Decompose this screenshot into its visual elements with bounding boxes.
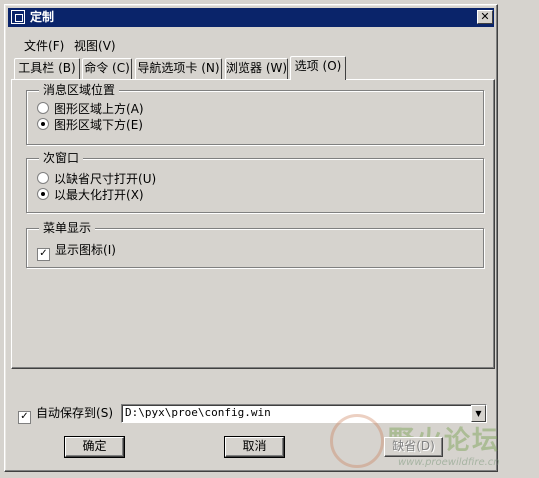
checkbox-show-icons[interactable]: ✓ 显示图标(I) [37, 242, 116, 261]
window-icon [11, 10, 25, 24]
window-title: 定制 [30, 10, 55, 24]
watermark-url: www.proewildfire.cn [398, 457, 500, 468]
menu-display-group: 菜单显示 ✓ 显示图标(I) [26, 221, 484, 268]
menu-bar: 文件(F) 视图(V) [8, 35, 494, 57]
checkbox-checked-icon: ✓ [18, 411, 31, 424]
ok-button[interactable]: 确定 [65, 437, 124, 457]
autosave-checkbox[interactable]: ✓ 自动保存到(S) [18, 405, 113, 424]
radio-button-selected-icon [37, 118, 49, 130]
message-area-legend: 消息区域位置 [39, 83, 120, 97]
radio-button-selected-icon [37, 188, 49, 200]
title-bar[interactable]: 定制 ✕ [8, 8, 494, 27]
watermark-logo [330, 414, 384, 468]
sub-window-legend: 次窗口 [39, 151, 84, 165]
radio-button-icon [37, 172, 49, 184]
sub-window-group: 次窗口 以缺省尺寸打开(U) 以最大化打开(X) [26, 151, 484, 213]
tab-navigator[interactable]: 导航选项卡 (N) [135, 58, 222, 79]
menu-file[interactable]: 文件(F) [24, 39, 64, 53]
checkbox-checked-icon: ✓ [37, 248, 50, 261]
cancel-button[interactable]: 取消 [225, 437, 284, 457]
radio-button-icon [37, 102, 49, 114]
tab-toolbars[interactable]: 工具栏 (B) [14, 58, 80, 79]
radio-below-graphics[interactable]: 图形区域下方(E) [37, 117, 143, 133]
close-icon: ✕ [480, 10, 490, 23]
menu-view[interactable]: 视图(V) [74, 39, 116, 53]
message-area-group: 消息区域位置 图形区域上方(A) 图形区域下方(E) [26, 83, 484, 145]
tab-commands[interactable]: 命令 (C) [82, 58, 132, 79]
menu-display-legend: 菜单显示 [39, 221, 96, 235]
radio-above-graphics[interactable]: 图形区域上方(A) [37, 101, 144, 117]
tab-browser[interactable]: 浏览器 (W) [225, 58, 288, 79]
default-button[interactable]: 缺省(D) [384, 437, 443, 457]
radio-maximized[interactable]: 以最大化打开(X) [37, 187, 144, 203]
tab-options[interactable]: 选项 (O) [290, 56, 346, 80]
radio-default-size[interactable]: 以缺省尺寸打开(U) [37, 171, 156, 187]
chevron-down-icon: ▼ [475, 409, 482, 418]
close-button[interactable]: ✕ [477, 10, 493, 24]
